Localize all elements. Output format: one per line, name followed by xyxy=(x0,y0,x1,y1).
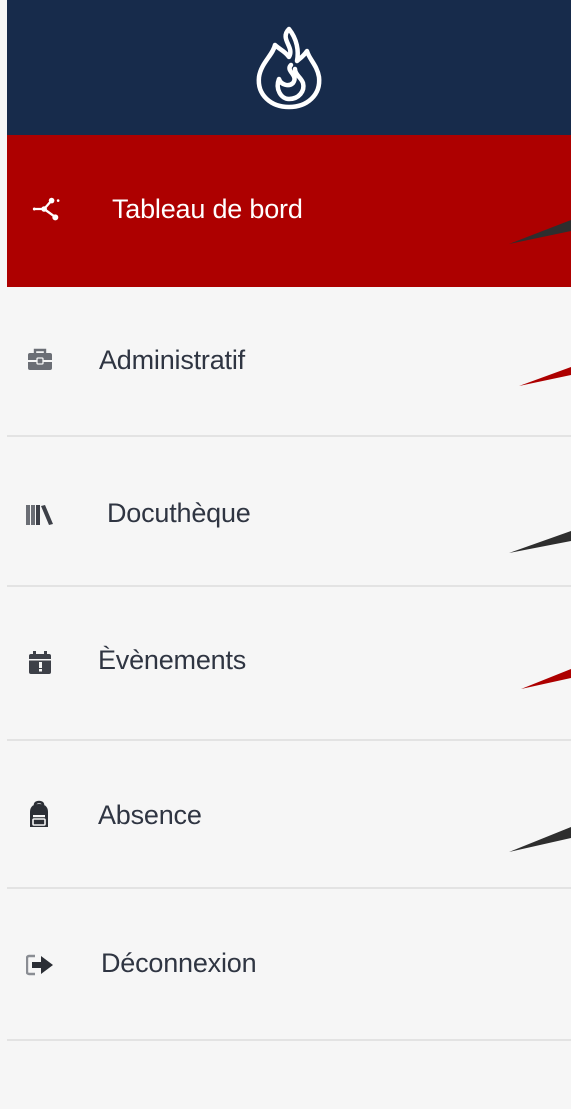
decorative-wedge xyxy=(509,531,571,553)
decorative-wedge xyxy=(521,669,571,689)
divider xyxy=(7,1039,571,1041)
sidebar-item-label: Déconnexion xyxy=(101,948,257,978)
sidebar: Tableau de bord Administratif Docuthèque… xyxy=(0,0,571,1109)
sidebar-item-docutheque[interactable]: Docuthèque xyxy=(7,437,571,585)
calendar-icon xyxy=(26,649,54,677)
sidebar-item-absence[interactable]: Absence xyxy=(7,741,571,887)
sidebar-item-label: Administratif xyxy=(99,345,245,375)
decorative-wedge xyxy=(509,827,571,852)
sidebar-item-label: Docuthèque xyxy=(107,498,251,528)
sidebar-item-label: Absence xyxy=(98,800,202,830)
sign-out-icon xyxy=(26,951,54,979)
sidebar-item-deconnexion[interactable]: Déconnexion xyxy=(7,889,571,1039)
sidebar-item-evenements[interactable]: Èvènements xyxy=(7,587,571,739)
sidebar-item-tableau-de-bord[interactable]: Tableau de bord xyxy=(7,135,571,287)
network-nodes-icon xyxy=(32,195,60,223)
books-icon xyxy=(26,501,54,529)
decorative-wedge xyxy=(519,367,571,386)
briefcase-icon xyxy=(26,346,54,374)
flame-icon[interactable] xyxy=(249,25,329,111)
sidebar-item-label: Èvènements xyxy=(98,645,247,675)
backpack-icon xyxy=(25,800,53,828)
sidebar-item-administratif[interactable]: Administratif xyxy=(7,287,571,435)
sidebar-brand xyxy=(7,0,571,135)
sidebar-item-label: Tableau de bord xyxy=(112,194,303,224)
active-indicator-wedge xyxy=(509,220,571,244)
